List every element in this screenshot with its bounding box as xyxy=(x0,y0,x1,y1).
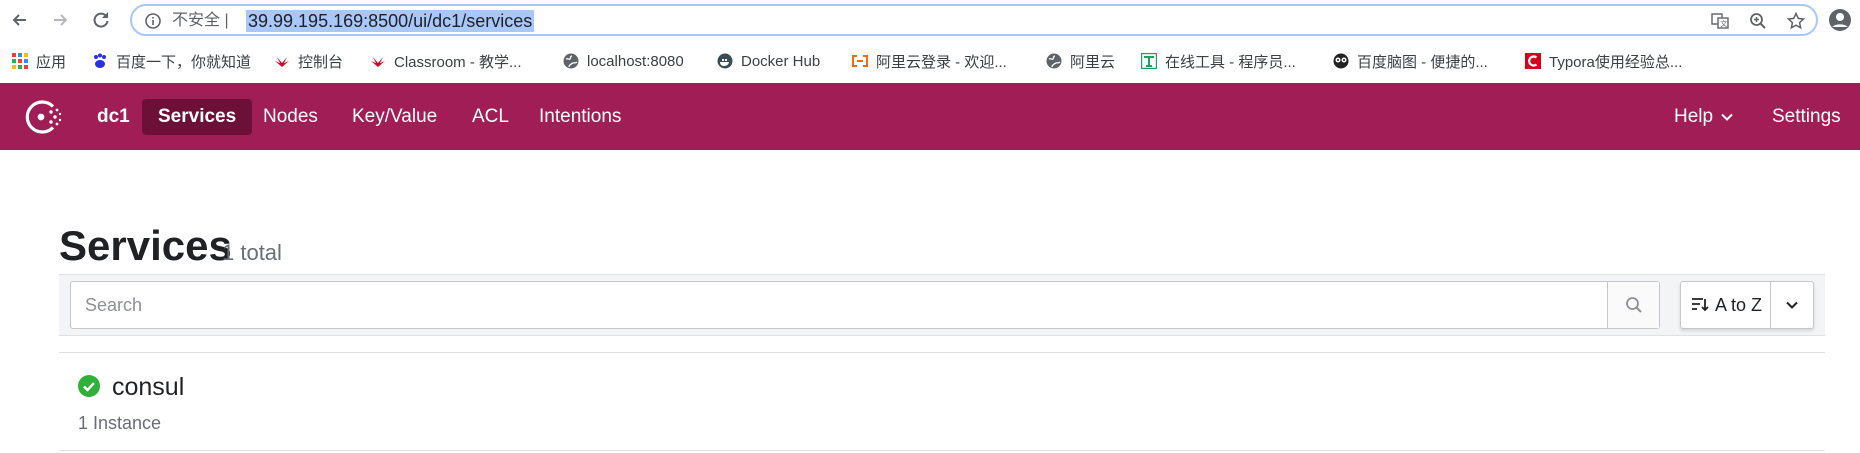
datacenter-selector[interactable]: dc1 xyxy=(81,99,146,135)
passing-check-icon xyxy=(78,375,100,397)
nav-nodes[interactable]: Nodes xyxy=(247,99,334,135)
reload-icon[interactable] xyxy=(89,8,113,32)
bookmark-label: localhost:8080 xyxy=(587,52,684,70)
bookmark-typora[interactable]: Typora使用经验总... xyxy=(1525,50,1682,72)
sort-label: A to Z xyxy=(1715,294,1763,315)
bookmark-label: 阿里云登录 - 欢迎... xyxy=(876,53,1007,71)
browser-address-row: 不安全 | 39.99.195.169:8500/ui/dc1/services… xyxy=(0,0,1860,40)
huawei-icon xyxy=(275,57,289,67)
bookmark-label: 在线工具 - 程序员... xyxy=(1165,53,1296,71)
sort-dropdown[interactable]: A to Z xyxy=(1680,281,1814,329)
nav-key-value[interactable]: Key/Value xyxy=(336,99,453,135)
filter-toolbar: A to Z xyxy=(59,274,1825,336)
translate-icon[interactable]: 文 xyxy=(1710,11,1730,31)
tool-icon xyxy=(1141,53,1157,69)
help-menu[interactable]: Help xyxy=(1658,99,1749,135)
back-icon[interactable] xyxy=(8,8,32,32)
search-icon xyxy=(1625,297,1642,313)
chevron-down-icon xyxy=(1721,113,1733,121)
nav-settings[interactable]: Settings xyxy=(1756,99,1857,135)
search-input[interactable] xyxy=(71,282,1607,328)
url-text[interactable]: 39.99.195.169:8500/ui/dc1/services xyxy=(246,10,535,32)
bookmark-aliyun[interactable]: 阿里云 xyxy=(1046,50,1115,72)
bookmark-star-icon[interactable] xyxy=(1786,11,1806,31)
bookmark-online-tools[interactable]: 在线工具 - 程序员... xyxy=(1141,50,1296,72)
service-list-item[interactable]: consul 1 Instance xyxy=(59,353,1825,451)
chevron-down-icon xyxy=(1786,301,1798,309)
bookmark-label: 阿里云 xyxy=(1070,53,1116,71)
bookmark-console[interactable]: 控制台 xyxy=(274,50,343,72)
bookmark-localhost[interactable]: localhost:8080 xyxy=(563,50,684,72)
bookmark-baidu-naotu[interactable]: 百度脑图 - 便捷的... xyxy=(1333,50,1488,72)
bookmark-docker-hub[interactable]: Docker Hub xyxy=(717,50,820,72)
globe-icon xyxy=(563,53,579,69)
bookmark-label: 控制台 xyxy=(298,53,344,71)
service-name[interactable]: consul xyxy=(112,373,184,402)
huawei-icon xyxy=(371,57,385,67)
bookmark-label: 百度一下，你就知道 xyxy=(116,53,252,71)
docker-icon xyxy=(717,53,733,69)
consul-logo-icon[interactable] xyxy=(24,97,64,137)
help-label: Help xyxy=(1674,106,1714,127)
insecure-label: 不安全 | xyxy=(172,12,229,29)
bookmark-apps[interactable]: 应用 xyxy=(12,50,66,72)
sort-icon xyxy=(1692,298,1709,312)
zoom-icon[interactable] xyxy=(1748,11,1768,31)
owl-icon xyxy=(1333,53,1349,69)
profile-avatar-icon[interactable] xyxy=(1828,8,1852,32)
bookmarks-bar: 应用 百度一下，你就知道 控制台 Classroom - 教学... local… xyxy=(0,40,1860,82)
forward-icon[interactable] xyxy=(48,8,72,32)
bookmark-label: Docker Hub xyxy=(741,52,821,70)
service-instance-count: 1 Instance xyxy=(78,413,162,433)
sort-caret-button[interactable] xyxy=(1770,282,1813,328)
bookmark-label: 百度脑图 - 便捷的... xyxy=(1357,53,1488,71)
apps-grid-icon xyxy=(12,53,28,69)
bookmark-classroom[interactable]: Classroom - 教学... xyxy=(370,50,522,72)
main-navigation: dc1 Services Nodes Key/Value ACL Intenti… xyxy=(0,83,1860,150)
baidu-icon xyxy=(94,53,106,68)
page-title: Services xyxy=(59,222,232,269)
address-bar[interactable]: 不安全 | 39.99.195.169:8500/ui/dc1/services… xyxy=(130,4,1818,36)
typora-icon xyxy=(1525,53,1541,69)
bookmark-label: Typora使用经验总... xyxy=(1549,53,1683,71)
bookmark-aliyun-login[interactable]: 阿里云登录 - 欢迎... xyxy=(852,50,1007,72)
bookmark-label: Classroom - 教学... xyxy=(394,53,522,71)
nav-intentions[interactable]: Intentions xyxy=(523,99,637,135)
svg-text:文: 文 xyxy=(1720,19,1727,28)
nav-services[interactable]: Services xyxy=(142,99,253,135)
bookmark-baidu[interactable]: 百度一下，你就知道 xyxy=(92,50,251,72)
globe-icon xyxy=(1046,53,1062,69)
bookmark-label: 应用 xyxy=(36,53,67,71)
sort-button[interactable]: A to Z xyxy=(1681,282,1772,328)
search-box xyxy=(70,281,1660,329)
aliyun-icon xyxy=(852,55,868,67)
info-icon[interactable] xyxy=(144,12,162,30)
nav-acl[interactable]: ACL xyxy=(456,99,525,135)
search-button[interactable] xyxy=(1607,282,1659,328)
service-count: 1 total xyxy=(222,240,282,265)
